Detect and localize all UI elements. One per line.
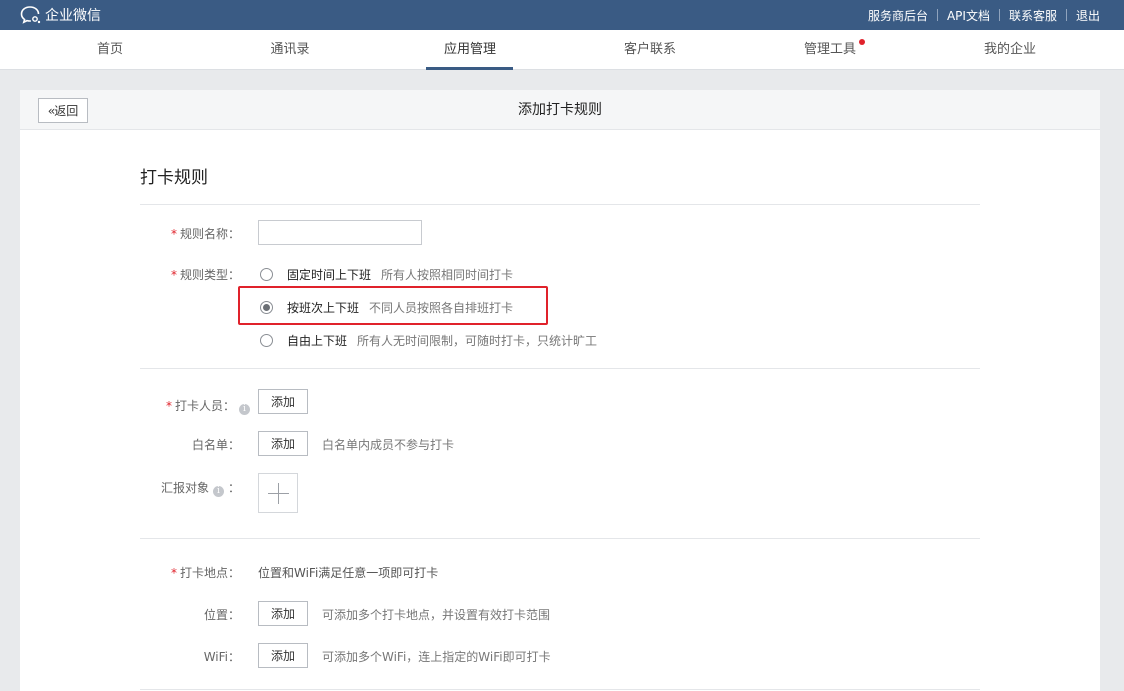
- page-title: 添加打卡规则: [518, 102, 602, 118]
- rule-name-label: * 规则名称：: [120, 225, 240, 242]
- radio-description: 不同人员按照各自排班打卡: [369, 301, 514, 315]
- divider: [140, 204, 980, 205]
- api-docs-link[interactable]: API文档: [947, 7, 990, 24]
- card-header: 添加打卡规则 ‹‹ 返回: [20, 90, 1100, 130]
- tab-customer-contact[interactable]: 客户联系: [600, 30, 700, 70]
- rule-name-input[interactable]: [258, 220, 422, 245]
- location-label: * 打卡地点：: [120, 564, 240, 581]
- divider: [140, 689, 980, 690]
- divider: [936, 9, 938, 21]
- rule-type-label: * 规则类型：: [120, 266, 240, 283]
- active-tab-indicator: [426, 67, 513, 70]
- logout-link[interactable]: 退出: [1076, 7, 1100, 24]
- required-mark: *: [170, 566, 177, 580]
- plus-icon-vertical: [278, 483, 279, 504]
- radio-button[interactable]: [260, 268, 273, 281]
- tab-contacts[interactable]: 通讯录: [240, 30, 340, 70]
- members-label-text: 打卡人员：: [174, 399, 235, 413]
- whitelist-label: 白名单：: [191, 438, 240, 452]
- wechat-work-logo-icon: [20, 6, 41, 24]
- whitelist-hint: 白名单内成员不参与打卡: [322, 438, 455, 452]
- radio-label: 固定时间上下班: [287, 268, 372, 282]
- divider: [140, 368, 980, 369]
- wifi-label: WiFi：: [203, 650, 240, 664]
- divider: [1065, 9, 1067, 21]
- radio-button-checked[interactable]: [260, 301, 273, 314]
- brand-name: 企业微信: [45, 8, 101, 24]
- report-to-label-text: 汇报对象: [160, 481, 209, 495]
- location-label-text: 打卡地点：: [179, 566, 240, 580]
- radio-label: 按班次上下班: [287, 301, 360, 315]
- top-bar: 企业微信 服务商后台 API文档 联系客服 退出: [0, 0, 1124, 30]
- add-wifi-button[interactable]: 添加: [258, 643, 308, 668]
- position-hint: 可添加多个打卡地点，并设置有效打卡范围: [322, 608, 551, 622]
- rule-form-card: 添加打卡规则 ‹‹ 返回 打卡规则 * 规则名称： * 规则类型： 固定时间上下班 …: [20, 90, 1100, 691]
- wifi-hint: 可添加多个WiFi，连上指定的WiFi即可打卡: [322, 650, 551, 664]
- rule-name-label-text: 规则名称：: [179, 227, 240, 241]
- required-mark: *: [165, 399, 172, 413]
- radio-by-shift[interactable]: 按班次上下班 不同人员按照各自排班打卡: [260, 299, 513, 316]
- label-colon: ：: [227, 481, 240, 495]
- info-icon[interactable]: i: [212, 486, 224, 497]
- radio-fixed-time[interactable]: 固定时间上下班 所有人按照相同时间打卡: [260, 266, 513, 283]
- top-links: 服务商后台 API文档 联系客服 退出: [868, 0, 1100, 30]
- rule-type-label-text: 规则类型：: [179, 268, 240, 282]
- radio-button[interactable]: [260, 334, 273, 347]
- radio-description: 所有人无时间限制，可随时打卡，只统计旷工: [357, 334, 598, 348]
- divider: [140, 538, 980, 539]
- required-mark: *: [170, 227, 177, 241]
- members-label: * 打卡人员： i: [120, 397, 250, 415]
- back-button[interactable]: ‹‹ 返回: [38, 98, 88, 123]
- section-title: 打卡规则: [140, 168, 208, 188]
- add-position-button[interactable]: 添加: [258, 601, 308, 626]
- tab-home[interactable]: 首页: [60, 30, 160, 70]
- brand[interactable]: 企业微信: [20, 4, 101, 26]
- service-provider-link[interactable]: 服务商后台: [868, 7, 928, 24]
- tab-my-company[interactable]: 我的企业: [960, 30, 1060, 70]
- back-label: 返回: [54, 104, 79, 118]
- radio-free-time[interactable]: 自由上下班 所有人无时间限制，可随时打卡，只统计旷工: [260, 332, 597, 349]
- add-members-button[interactable]: 添加: [258, 389, 308, 414]
- radio-label: 自由上下班: [287, 334, 348, 348]
- tab-app-management[interactable]: 应用管理: [420, 30, 520, 70]
- location-hint: 位置和WiFi满足任意一项即可打卡: [258, 566, 439, 580]
- tab-management-tools[interactable]: 管理工具: [780, 30, 880, 70]
- info-icon[interactable]: i: [239, 404, 250, 415]
- divider: [998, 9, 1000, 21]
- notification-dot: [859, 39, 865, 45]
- contact-support-link[interactable]: 联系客服: [1009, 7, 1057, 24]
- add-whitelist-button[interactable]: 添加: [258, 431, 308, 456]
- report-to-label: 汇报对象 i：: [120, 479, 240, 497]
- required-mark: *: [170, 268, 177, 282]
- main-nav: 首页 通讯录 应用管理 客户联系 管理工具 我的企业: [0, 30, 1124, 70]
- add-report-target-button[interactable]: [258, 473, 298, 513]
- radio-description: 所有人按照相同时间打卡: [381, 268, 514, 282]
- position-label: 位置：: [203, 608, 240, 622]
- double-chevron-left-icon: ‹‹: [47, 103, 55, 118]
